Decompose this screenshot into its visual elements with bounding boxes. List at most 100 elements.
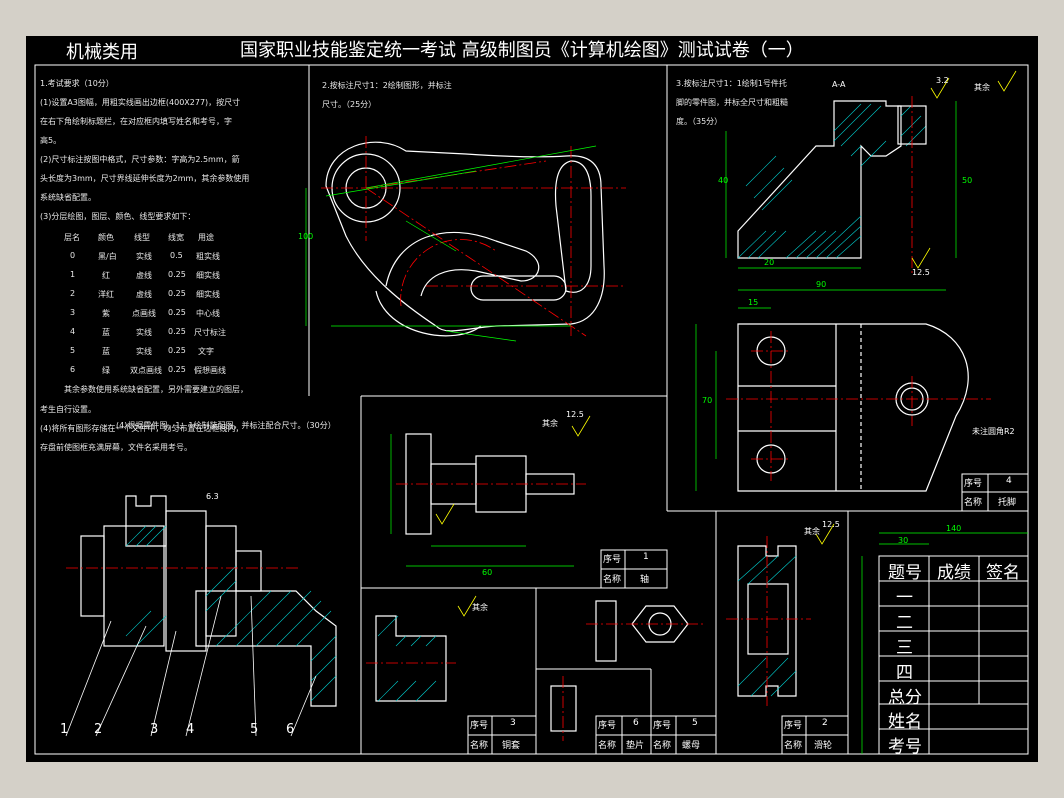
part-no: 5 [692, 718, 698, 728]
dim-label: 15 [748, 298, 759, 307]
task3-line: 度。（35分） [676, 117, 723, 126]
part-name-label: 名称 [784, 741, 803, 751]
layer-cell: 0.25 [168, 346, 186, 355]
layer-cell: 紫 [102, 309, 110, 318]
layer-cell: 0.25 [168, 289, 186, 298]
part-name-label: 名称 [653, 741, 672, 751]
layer-cell: 0 [70, 251, 76, 260]
part-no: 6 [633, 718, 639, 728]
balloon: 2 [94, 722, 103, 737]
layer-cell: 粗实线 [196, 252, 220, 261]
rest-roughness-label: 其余 [472, 603, 488, 612]
layer-cell: 点画线 [132, 309, 156, 318]
nut-washer-view [550, 600, 706, 741]
layer-col-use: 用途 [198, 233, 214, 242]
pulley-view [726, 536, 811, 706]
bushing-view [366, 615, 456, 702]
rest-roughness-label: 其余 [974, 83, 990, 92]
req-line: (1)设置A3图幅，用粗实线画出边框(400X277)，按尺寸 [40, 98, 241, 107]
part-no-label: 序号 [603, 555, 622, 565]
roughness-value: 12.5 [566, 410, 584, 419]
part-no: 3 [510, 718, 516, 728]
layer-cell: 双点画线 [130, 366, 162, 375]
layer-cell: 虚线 [136, 290, 152, 299]
name-label: 姓名 [888, 712, 922, 732]
req-line: 1.考试要求（10分） [40, 79, 114, 88]
layer-cell: 0.25 [168, 308, 186, 317]
part-no: 2 [822, 718, 828, 728]
layer-cell: 绿 [102, 366, 110, 375]
part-name-label: 名称 [598, 741, 617, 751]
score-header: 签名 [986, 563, 1020, 583]
part-name: 铜套 [502, 741, 521, 751]
task2-line: 2.按标注尺寸1：2绘制图形，并标注 [322, 81, 452, 90]
score-row-label: 总分 [888, 688, 922, 708]
shaft-view [390, 433, 586, 567]
layer-cell: 假想画线 [194, 366, 226, 375]
req-tail: 其余参数使用系统缺省配置，另外需要建立的图层， [64, 385, 248, 394]
layer-col-color: 颜色 [98, 233, 114, 242]
part-name-label: 名称 [603, 575, 622, 585]
req-line: 在右下角绘制标题栏，在对应框内填写姓名和考号，字 [40, 117, 232, 126]
req-line: 高5。 [40, 136, 62, 145]
score-row-label: 四 [896, 663, 913, 683]
task3-line: 脚的零件图，并标全尺寸和粗糙 [676, 98, 788, 107]
layer-cell: 0.25 [168, 365, 186, 374]
roughness-value: 6.3 [206, 492, 219, 501]
layer-cell: 实线 [136, 328, 152, 337]
balloon: 1 [60, 722, 69, 737]
task2-line: 尺寸。（25分） [322, 100, 377, 109]
layer-cell: 0.5 [170, 251, 183, 260]
dim-label: 70 [702, 396, 713, 405]
task4-line: (4)根据零件图，1：1绘制装配图，并标注配合尺寸。（30分） [116, 421, 336, 430]
panel-dividers [308, 65, 1028, 754]
main-title: 国家职业技能鉴定统一考试 高级制图员《计算机绘图》测试试卷（一） [240, 40, 804, 61]
req-line: 头长度为3mm，尺寸界线延伸长度为2mm，其余参数使用 [40, 174, 250, 183]
rest-roughness-label: 其余 [804, 527, 820, 536]
part-no-label: 序号 [784, 721, 803, 731]
layer-cell: 蓝 [102, 328, 110, 337]
layer-cell: 文字 [198, 347, 214, 356]
part-name: 轴 [640, 575, 650, 585]
drawing-canvas [34, 64, 1029, 755]
section-label: A-A [832, 80, 846, 89]
part-no: 1 [643, 552, 649, 562]
support-part-views [695, 96, 991, 492]
balloon: 4 [186, 722, 195, 737]
layer-cell: 6 [70, 365, 76, 374]
dim-label: 100 [298, 232, 314, 241]
layer-cell: 2 [70, 289, 76, 298]
req-tail: 存盘前使图框充满屏幕，文件名采用考号。 [40, 443, 192, 452]
roughness-value: 3.2 [936, 76, 949, 85]
layer-cell: 4 [70, 327, 76, 336]
req-line: 系统缺省配置。 [40, 193, 96, 202]
score-header: 题号 [888, 563, 922, 583]
bracket-figure [305, 136, 626, 342]
layer-cell: 黑/白 [98, 252, 117, 261]
layer-cell: 蓝 [102, 347, 110, 356]
part-name: 垫片 [626, 741, 645, 751]
dim-label: 40 [718, 176, 729, 185]
left-title: 机械类用 [66, 42, 138, 63]
rest-roughness-label: 其余 [542, 419, 558, 428]
balloon: 6 [286, 722, 295, 737]
layer-cell: 红 [102, 271, 110, 280]
part-name-label: 名称 [470, 741, 489, 751]
part-no-label: 序号 [470, 721, 489, 731]
balloon: 5 [250, 722, 259, 737]
layer-cell: 实线 [136, 252, 152, 261]
score-header: 成绩 [937, 563, 971, 583]
dim-label: 90 [816, 280, 827, 289]
id-label: 考号 [888, 737, 922, 757]
req-tail: 考生自行设置。 [40, 405, 96, 414]
roughness-value: 12.5 [912, 268, 930, 277]
part-name-label: 名称 [964, 498, 983, 508]
score-row-label: 一 [896, 588, 913, 608]
dim-label: 50 [962, 176, 973, 185]
layer-cell: 3 [70, 308, 76, 317]
score-row-label: 二 [896, 613, 913, 633]
layer-col-name: 层名 [64, 233, 80, 242]
assembly-drawing [65, 495, 337, 737]
layer-cell: 虚线 [136, 271, 152, 280]
score-row-label: 三 [896, 638, 913, 658]
